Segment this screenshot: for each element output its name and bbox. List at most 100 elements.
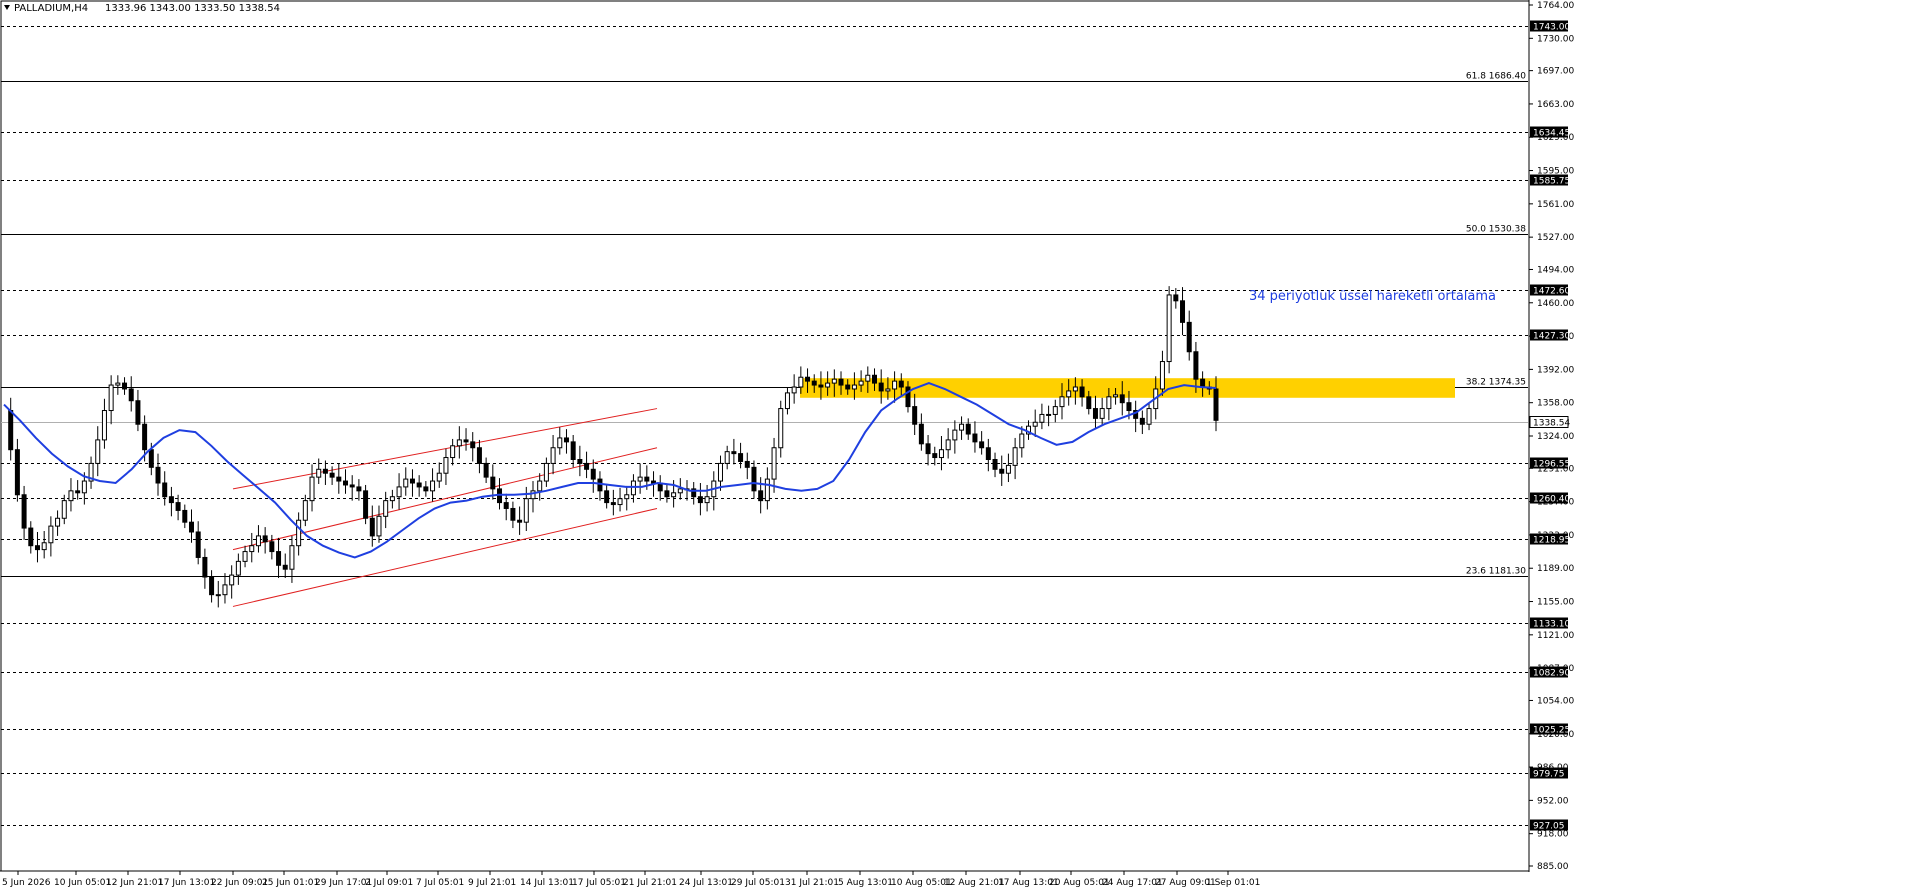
- y-tick-label: 1460.00: [1537, 299, 1574, 309]
- y-tick-label: 1054.00: [1537, 696, 1574, 706]
- y-tick-label: 1189.00: [1537, 564, 1574, 574]
- x-tick-label: 21 Jul 21:01: [623, 878, 677, 888]
- candle: [363, 484, 369, 525]
- price-axis: 1764.001730.001697.001663.001629.001595.…: [1529, 1, 1574, 872]
- candle: [1012, 437, 1018, 480]
- support-resistance-zone[interactable]: [800, 378, 1455, 398]
- candle: [423, 481, 429, 497]
- fib-label: 50.0 1530.38: [1466, 225, 1526, 235]
- plot-frame: [0, 0, 1530, 872]
- candle: [999, 455, 1005, 486]
- x-tick-label: 29 Jun 17:01: [315, 878, 372, 888]
- candle: [8, 397, 14, 461]
- candle: [476, 439, 482, 474]
- y-tick-label: 1561.00: [1537, 200, 1574, 210]
- candle: [155, 453, 161, 496]
- candle: [430, 468, 436, 502]
- level-price-label: 1634.45: [1533, 129, 1570, 139]
- level-price-label: 1025.25: [1533, 726, 1570, 736]
- candle: [550, 435, 556, 475]
- candle: [1186, 310, 1192, 361]
- candle: [48, 516, 54, 557]
- y-tick-label: 1730.00: [1537, 34, 1574, 44]
- candle: [135, 389, 141, 432]
- x-tick-label: 31 Jul 21:01: [785, 878, 839, 888]
- candle: [322, 460, 328, 485]
- y-tick-label: 1358.00: [1537, 399, 1574, 409]
- candle: [751, 460, 757, 499]
- candle: [309, 464, 315, 512]
- candle: [1180, 287, 1186, 336]
- candle: [269, 534, 275, 560]
- candle: [122, 377, 128, 395]
- candle: [383, 491, 389, 529]
- candle: [209, 570, 215, 603]
- candle: [637, 463, 643, 494]
- candle: [329, 466, 335, 485]
- candle: [624, 485, 630, 511]
- candle: [34, 531, 40, 563]
- candle: [510, 501, 516, 529]
- y-tick-label: 1155.00: [1537, 598, 1574, 608]
- level-price-label: 1585.75: [1533, 177, 1570, 187]
- level-price-label: 927.05: [1533, 822, 1565, 832]
- candle: [1019, 426, 1025, 458]
- candle: [938, 435, 944, 471]
- y-tick-label: 1527.00: [1537, 233, 1574, 243]
- candle: [610, 489, 616, 516]
- candle: [992, 452, 998, 478]
- candle: [296, 512, 302, 556]
- chart-window: 61.8 1686.40 50.0 1530.38 38.2 1374.35 23.6…: [0, 0, 1916, 888]
- candle: [416, 475, 422, 497]
- candle: [604, 484, 610, 509]
- candle: [925, 435, 931, 466]
- y-tick-label: 1121.00: [1537, 631, 1574, 641]
- candle: [1039, 403, 1045, 430]
- candle: [590, 459, 596, 493]
- candle: [101, 398, 107, 449]
- candle: [1046, 405, 1052, 427]
- candle: [61, 494, 67, 525]
- candle: [771, 437, 777, 493]
- candle: [456, 426, 462, 459]
- candle: [349, 475, 355, 501]
- candle: [255, 525, 261, 553]
- price-chart[interactable]: 61.8 1686.40 50.0 1530.38 38.2 1374.35 23.6…: [0, 0, 1916, 888]
- x-tick-label: 9 Jul 21:01: [468, 878, 516, 888]
- candle: [356, 479, 362, 501]
- y-tick-label: 885.00: [1537, 862, 1569, 872]
- x-tick-label: 20 Aug 05:01: [1049, 878, 1110, 888]
- candle: [436, 462, 442, 488]
- candle: [108, 375, 114, 425]
- candle: [1146, 402, 1152, 431]
- x-tick-label: 1 Sep 01:01: [1206, 878, 1260, 888]
- candle: [343, 469, 349, 494]
- x-tick-label: 2 Jul 09:01: [365, 878, 413, 888]
- ema-34-line[interactable]: [3, 382, 1217, 559]
- candle: [450, 438, 456, 466]
- y-tick-label: 1392.00: [1537, 365, 1574, 375]
- candle: [764, 467, 770, 510]
- x-tick-label: 17 Jun 13:01: [158, 878, 215, 888]
- candle: [557, 427, 563, 455]
- candle: [1032, 409, 1038, 437]
- candle: [570, 435, 576, 468]
- x-tick-label: 12 Jun 21:01: [106, 878, 163, 888]
- candle: [396, 473, 402, 510]
- candle: [1026, 420, 1032, 440]
- candle: [1166, 286, 1172, 374]
- candle: [282, 553, 288, 579]
- candle: [932, 446, 938, 466]
- candle: [443, 448, 449, 485]
- chart-menu-triangle-icon[interactable]: [4, 5, 10, 10]
- candle: [249, 532, 255, 563]
- candle: [711, 471, 717, 511]
- level-price-label: 1218.95: [1533, 536, 1570, 546]
- candle: [222, 573, 228, 604]
- candle: [88, 456, 94, 489]
- candle: [21, 485, 27, 540]
- candle: [182, 504, 188, 529]
- levels-layer: 61.8 1686.40 50.0 1530.38 38.2 1374.35 23.6…: [1, 26, 1528, 826]
- fib-label: 23.6 1181.30: [1466, 567, 1526, 577]
- candle: [697, 483, 703, 516]
